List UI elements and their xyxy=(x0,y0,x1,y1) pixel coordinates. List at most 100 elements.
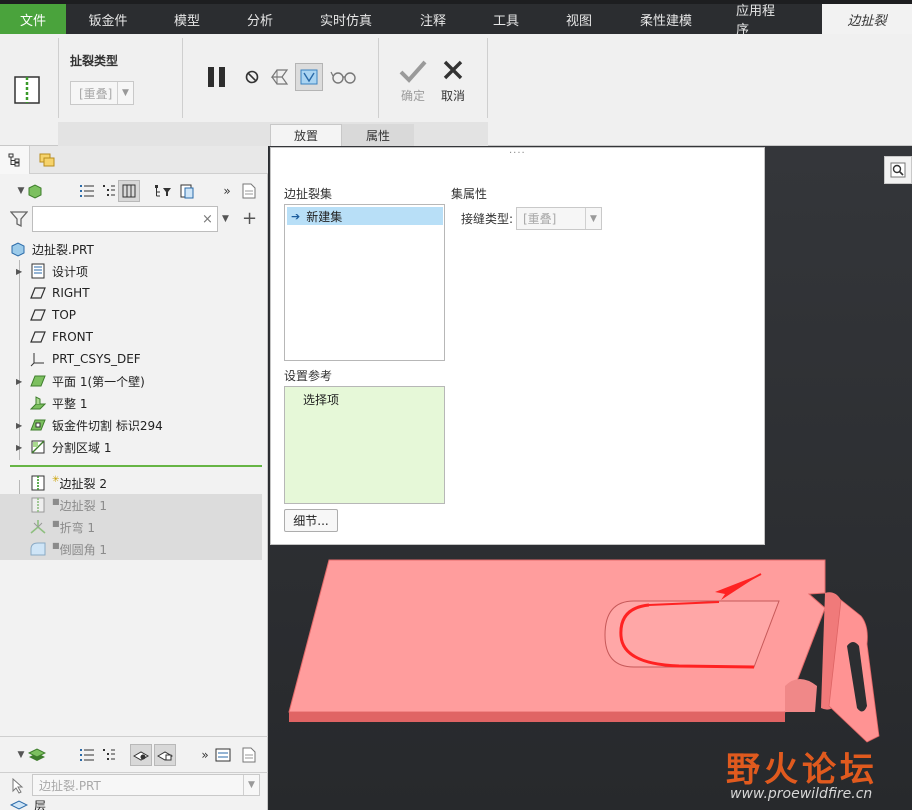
search-options-chevron-down-icon[interactable]: ▼ xyxy=(222,214,229,224)
divider xyxy=(0,736,268,737)
menu-analysis[interactable]: 分析 xyxy=(224,4,296,34)
no-preview-button[interactable] xyxy=(242,66,262,88)
layer-properties-button[interactable] xyxy=(212,744,234,766)
panel-drag-handle[interactable]: ···· xyxy=(509,148,526,159)
references-collector[interactable]: 选择项 xyxy=(284,386,445,504)
tree-item-edge-rip-1[interactable]: ■边扯裂 1 xyxy=(0,494,262,516)
menu-edge-rip-active-tab[interactable]: 边扯裂 xyxy=(822,4,912,34)
tree-item-label: TOP xyxy=(52,308,77,322)
layer-properties-icon xyxy=(215,748,231,762)
divider xyxy=(0,772,268,773)
menu-model[interactable]: 模型 xyxy=(150,4,224,34)
tree-settings-button[interactable] xyxy=(98,180,120,202)
columns-icon xyxy=(122,184,136,198)
tree-item-label: 平整 1 xyxy=(52,396,88,411)
clear-search-icon[interactable]: × xyxy=(202,212,213,227)
list-item-new-set[interactable]: ➔ 新建集 xyxy=(287,207,443,225)
show-columns-button[interactable] xyxy=(118,180,140,202)
ribbon: 扯裂类型 [重叠] ▼ 确定 取消 放置 属性 xyxy=(0,34,912,146)
tree-item-round-1[interactable]: ■倒圆角 1 xyxy=(0,538,262,560)
bend-relief xyxy=(785,679,817,712)
menu-view[interactable]: 视图 xyxy=(542,4,616,34)
tree-root-label: 边扯裂.PRT xyxy=(32,242,94,257)
tree-item-csys[interactable]: PRT_CSYS_DEF xyxy=(0,348,262,370)
menu-flexible-modeling[interactable]: 柔性建模 xyxy=(616,4,716,34)
sheetmetal-cut-icon xyxy=(30,419,46,431)
select-items-label: 选择项 xyxy=(303,393,340,407)
pause-button[interactable] xyxy=(200,62,234,92)
add-filter-plus-icon[interactable]: + xyxy=(242,208,257,229)
tree-item-top[interactable]: TOP xyxy=(0,304,262,326)
part-view-button[interactable] xyxy=(24,180,46,202)
glasses-preview-button[interactable] xyxy=(328,66,360,88)
tab-folder-browser[interactable] xyxy=(32,146,62,174)
attached-preview-icon xyxy=(270,69,289,85)
expand-arrow-icon[interactable]: ▶ xyxy=(16,267,22,276)
layer-hide-button[interactable] xyxy=(154,744,176,766)
edge-rip-sets-label: 边扯裂集 xyxy=(284,187,333,201)
menu-file[interactable]: 文件 xyxy=(0,4,66,34)
chevron-down-icon: ▼ xyxy=(17,750,25,760)
tree-item-split-area[interactable]: ▶ 分割区域 1 xyxy=(0,436,262,458)
show-navigator-button[interactable] xyxy=(176,180,198,202)
expand-arrow-icon[interactable]: ▶ xyxy=(16,421,22,430)
layer-model-selector[interactable]: 边扯裂.PRT ▼ xyxy=(32,774,260,796)
split-area-icon xyxy=(31,440,45,454)
set-references-label: 设置参考 xyxy=(284,369,333,383)
tree-item-sheetmetal-cut[interactable]: ▶ 钣金件切割 标识294 xyxy=(0,414,262,436)
edge-rip-feature-icon xyxy=(14,76,40,104)
tree-item-flatten[interactable]: 平整 1 xyxy=(0,392,262,414)
layer-row[interactable]: 层 xyxy=(10,798,260,810)
tree-item-bend-1[interactable]: ■折弯 1 xyxy=(0,516,262,538)
datum-plane-icon xyxy=(30,309,46,321)
menu-sheetmetal[interactable]: 钣金件 xyxy=(66,4,150,34)
layers-button[interactable] xyxy=(26,744,48,766)
expand-arrow-icon[interactable]: ▶ xyxy=(16,443,22,452)
ribbon-separator xyxy=(182,38,183,118)
expand-arrow-icon[interactable]: ▶ xyxy=(16,377,22,386)
round-icon xyxy=(30,542,46,556)
tree-item-edge-rip-2[interactable]: ✳边扯裂 2 xyxy=(0,472,262,494)
tree-item-right[interactable]: RIGHT xyxy=(0,282,262,304)
tree-list-icon xyxy=(103,749,115,760)
layer-list-button[interactable] xyxy=(76,744,98,766)
menu-annotate[interactable]: 注释 xyxy=(396,4,470,34)
edge-rip-icon xyxy=(31,497,45,513)
document-button[interactable] xyxy=(238,744,260,766)
menu-tools[interactable]: 工具 xyxy=(470,4,542,34)
cancel-button[interactable]: 取消 xyxy=(436,56,470,106)
layers-icon xyxy=(28,748,46,761)
chevron-down-icon: ▼ xyxy=(585,208,601,229)
tree-item-design-items[interactable]: ▶ 设计项 xyxy=(0,260,262,282)
menu-realtime-sim[interactable]: 实时仿真 xyxy=(296,4,396,34)
insert-here-marker[interactable] xyxy=(10,465,262,467)
close-icon xyxy=(443,60,463,79)
ok-button[interactable]: 确定 xyxy=(396,56,430,106)
tree-filter-settings-button[interactable] xyxy=(152,180,174,202)
layer-tree-button[interactable] xyxy=(98,744,120,766)
chevron-down-icon: ▼ xyxy=(243,775,259,795)
tree-item-front[interactable]: FRONT xyxy=(0,326,262,348)
graphics-toolbar-button[interactable] xyxy=(884,156,912,184)
more-tools-button[interactable]: » xyxy=(216,180,238,202)
verify-preview-button[interactable] xyxy=(295,63,323,91)
seam-type-dropdown[interactable]: [重叠] ▼ xyxy=(516,207,602,230)
tab-placement[interactable]: 放置 xyxy=(270,124,342,146)
tab-properties[interactable]: 属性 xyxy=(342,124,414,146)
layer-show-button[interactable] xyxy=(130,744,152,766)
attached-preview-button[interactable] xyxy=(268,64,292,90)
tree-filter-button[interactable] xyxy=(76,180,98,202)
cursor-arrow-icon xyxy=(12,777,24,797)
tree-search-input[interactable] xyxy=(32,206,218,232)
menu-applications[interactable]: 应用程序 xyxy=(716,4,806,38)
tab-model-tree[interactable] xyxy=(0,146,30,174)
tree-item-flat-wall[interactable]: ▶ 平面 1(第一个壁) xyxy=(0,370,262,392)
document-button[interactable] xyxy=(238,180,260,202)
rip-sets-list[interactable]: ➔ 新建集 xyxy=(284,204,445,361)
arrow-right-icon: ➔ xyxy=(291,209,301,223)
layer-model-value: 边扯裂.PRT xyxy=(39,778,101,793)
tree-root[interactable]: 边扯裂.PRT xyxy=(0,238,262,260)
details-button[interactable]: 细节... xyxy=(284,509,338,532)
tear-type-dropdown[interactable]: [重叠] ▼ xyxy=(70,81,134,105)
tree-item-label: FRONT xyxy=(52,330,93,344)
